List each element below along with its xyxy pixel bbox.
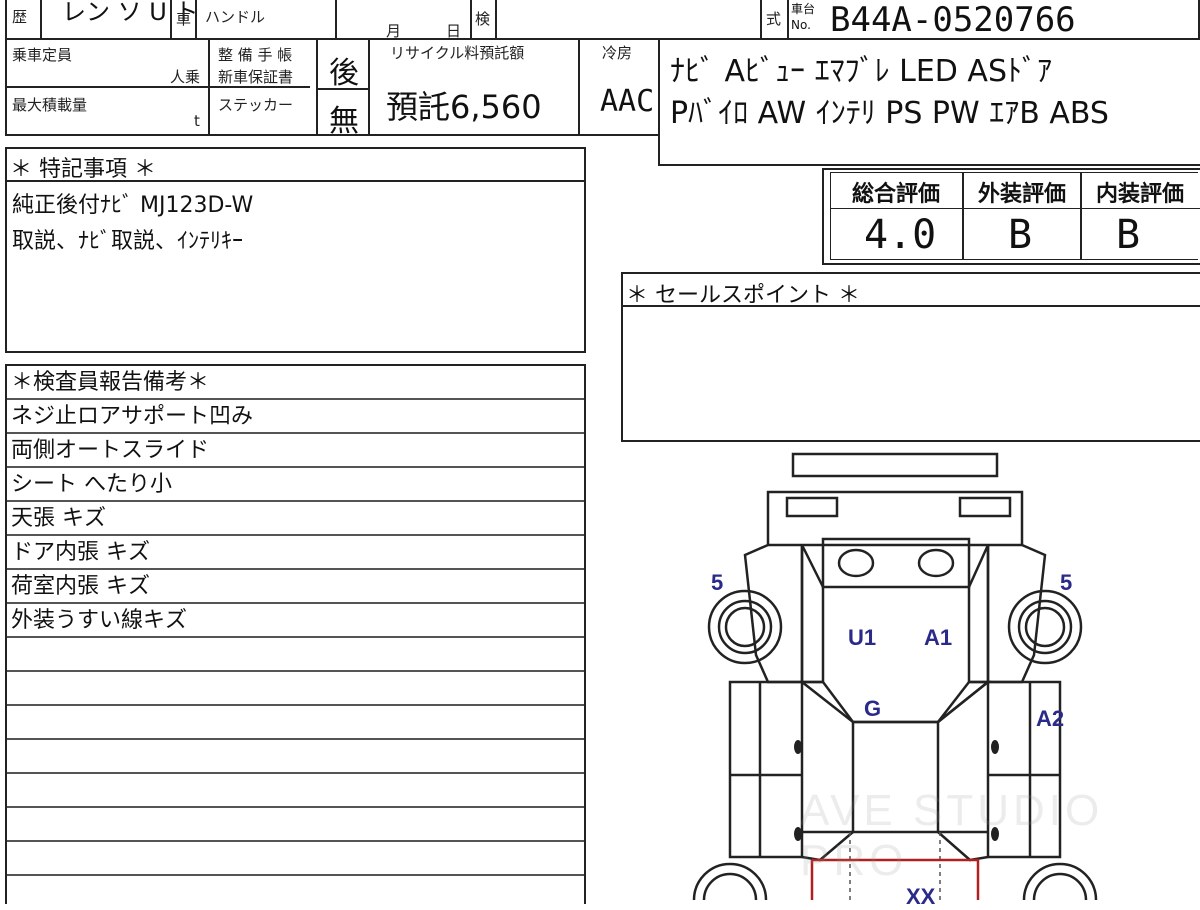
- divider: [830, 208, 1200, 209]
- divider: [1080, 172, 1082, 260]
- divider: [470, 0, 472, 40]
- label-tire-front-left: 5: [711, 570, 724, 595]
- divider: [316, 38, 318, 136]
- label-aircon: 冷房: [602, 44, 633, 62]
- report-item-1: ネジ止ロアサポート凹み: [7, 400, 584, 434]
- exterior-grade-value: B: [1008, 212, 1033, 258]
- windshield-lower: [801, 681, 989, 723]
- label-inspection: 検: [475, 10, 491, 28]
- empty-row: [7, 706, 584, 740]
- unit-capacity: 人乗: [170, 68, 201, 86]
- divider: [578, 38, 580, 136]
- bonnet-area: [800, 544, 825, 684]
- divider: [962, 172, 964, 260]
- front-body: [766, 490, 1024, 547]
- divider: [170, 0, 172, 40]
- aircon-value: AAC: [600, 84, 655, 119]
- body-left: [728, 680, 804, 859]
- chassis-number: B44A-0520766: [830, 0, 1076, 40]
- empty-row: [7, 638, 584, 672]
- report-item-2: 両側オートスライド: [7, 434, 584, 468]
- label-capacity: 乗車定員: [12, 46, 73, 64]
- empty-row: [7, 808, 584, 842]
- windshield: [802, 680, 992, 724]
- report-item-7: 外装うすい線キズ: [7, 604, 584, 638]
- empty-row: [7, 740, 584, 774]
- interior-grade-value: B: [1116, 212, 1141, 258]
- divider: [368, 38, 370, 136]
- divider: [40, 0, 42, 40]
- divider: [787, 0, 789, 40]
- inspector-report-title: ＊検査員報告備考＊: [7, 366, 584, 400]
- overall-grade-value: 4.0: [864, 212, 937, 258]
- recycle-value: 預託6,560: [386, 88, 542, 126]
- label-bonnet-left: U1: [848, 625, 877, 650]
- label-rear-bottom: XX: [906, 884, 936, 909]
- label-chassis-no: No.: [791, 18, 811, 32]
- overall-grade-label: 総合評価: [852, 182, 941, 207]
- unit-load: t: [194, 112, 200, 130]
- equipment-line-1: ﾅﾋﾞ Aﾋﾞｭｰ ｴﾏﾌﾞﾚ LED ASﾄﾞｱ: [670, 54, 1053, 89]
- empty-row: [7, 774, 584, 808]
- sales-points-title: ＊ セールスポイント ＊: [626, 283, 860, 308]
- sticker-mark: 無: [329, 104, 359, 139]
- divider: [195, 0, 197, 40]
- special-notes-line-2: 取説、ﾅﾋﾞ取説、ｲﾝﾃﾘｷｰ: [12, 229, 244, 254]
- headlight-left: [785, 496, 839, 518]
- divider: [760, 0, 762, 40]
- label-maint-2: 新車保証書: [218, 68, 294, 86]
- report-item-3: シート へたり小: [7, 468, 584, 502]
- label-history: 歴: [12, 8, 28, 26]
- empty-row: [7, 672, 584, 706]
- divider: [208, 38, 210, 136]
- label-maint-1: 整 備 手 帳: [218, 46, 293, 64]
- exterior-grade-label: 外装評価: [978, 182, 1067, 207]
- label-tire-front-right: 5: [1060, 570, 1073, 595]
- label-car: 車: [176, 10, 192, 28]
- report-item-5: ドア内張 キズ: [7, 536, 584, 570]
- divider: [335, 0, 337, 40]
- label-right-fender: A2: [1036, 706, 1065, 731]
- inspector-report-box: ＊検査員報告備考＊ ネジ止ロアサポート凹み 両側オートスライド シート へたり小…: [5, 364, 586, 904]
- label-sticker: ステッカー: [218, 96, 294, 114]
- label-chassis-top: 車台: [791, 2, 816, 16]
- label-type: 式: [766, 10, 782, 28]
- headlight-right: [958, 496, 1012, 518]
- label-max-load: 最大積載量: [12, 96, 88, 114]
- report-item-6: 荷室内張 キズ: [7, 570, 584, 604]
- lamp-right: [917, 548, 955, 578]
- divider: [495, 0, 497, 40]
- lamp-left: [837, 548, 875, 578]
- door-handle: [991, 740, 999, 754]
- label-bonnet-right: A1: [924, 625, 953, 650]
- door-handle: [794, 740, 802, 754]
- special-notes-title: ＊ 特記事項 ＊: [10, 157, 156, 182]
- report-item-4: 天張 キズ: [7, 502, 584, 536]
- equipment-line-2: Pﾊﾞｲﾛ AW ｲﾝﾃﾘ PS PW ｴｱB ABS: [670, 96, 1109, 131]
- maint-mark: 後: [329, 56, 359, 91]
- interior-grade-label: 内装評価: [1096, 182, 1185, 207]
- label-handle: ハンドル: [205, 8, 266, 26]
- special-notes-line-1: 純正後付ﾅﾋﾞ MJ123D-W: [12, 193, 254, 218]
- label-windshield: G: [864, 696, 882, 721]
- watermark: AVE STUDIO PRO: [800, 786, 1104, 885]
- empty-row: [7, 842, 584, 876]
- bonnet-area: [967, 544, 990, 684]
- front-bumper: [791, 452, 999, 478]
- label-recycle: リサイクル料預託額: [390, 44, 525, 62]
